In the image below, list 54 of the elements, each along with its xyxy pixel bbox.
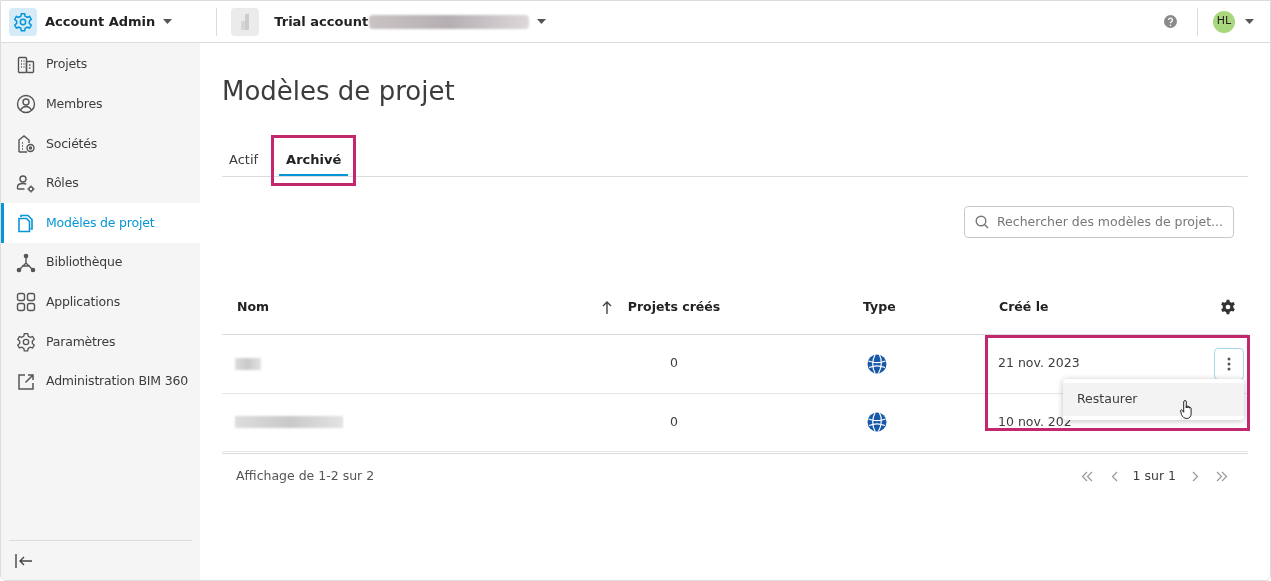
sidebar-item[interactable]: Membres bbox=[1, 84, 200, 125]
settings-icon bbox=[16, 331, 36, 352]
tab[interactable]: Actif bbox=[222, 146, 266, 176]
user-icon bbox=[16, 94, 36, 115]
page-indicator: 1 sur 1 bbox=[1132, 466, 1176, 485]
building-icon bbox=[240, 12, 251, 31]
last-page-icon[interactable] bbox=[1216, 470, 1228, 482]
nodes-icon bbox=[16, 252, 36, 273]
collapse-icon[interactable] bbox=[15, 553, 33, 568]
globe-icon bbox=[867, 353, 887, 374]
search-icon bbox=[975, 215, 989, 229]
column-header[interactable]: Type bbox=[863, 298, 896, 314]
sidebar-item[interactable]: Sociétés bbox=[1, 124, 200, 164]
apps-grid-icon bbox=[16, 292, 36, 313]
sidebar-item[interactable]: Rôles bbox=[1, 163, 200, 204]
results-summary: Affichage de 1-2 sur 2 bbox=[236, 466, 375, 485]
user-gear-icon bbox=[16, 173, 36, 194]
sidebar-item[interactable]: Administration BIM 360 bbox=[1, 361, 200, 402]
copy-icon bbox=[17, 213, 35, 234]
caret-icon bbox=[537, 19, 547, 24]
sidebar-item[interactable]: Applications bbox=[1, 282, 200, 323]
user-menu-button[interactable]: HL bbox=[1213, 10, 1254, 33]
settings-icon bbox=[13, 11, 33, 32]
tab[interactable]: Archivé bbox=[279, 146, 349, 176]
blurred-text bbox=[235, 357, 261, 370]
page-title: Modèles de projet bbox=[222, 75, 455, 108]
previous-page-icon[interactable] bbox=[1110, 470, 1118, 482]
column-header[interactable]: Créé le bbox=[999, 298, 1049, 314]
table-cell-text: 0 bbox=[670, 354, 678, 373]
first-page-icon[interactable] bbox=[1080, 470, 1093, 482]
column-header[interactable]: Projets créés bbox=[627, 297, 721, 317]
table-cell: 21 nov. 2023 bbox=[998, 355, 1080, 371]
next-page-icon[interactable] bbox=[1192, 470, 1199, 482]
avatar: HL bbox=[1213, 10, 1235, 33]
sort-arrow-icon[interactable] bbox=[602, 300, 612, 314]
column-header[interactable]: Nom bbox=[237, 297, 270, 317]
caret-icon bbox=[1245, 19, 1254, 24]
account-switcher[interactable]: Trial account bbox=[274, 11, 547, 32]
external-link-icon bbox=[17, 372, 35, 391]
help-icon[interactable] bbox=[1164, 15, 1177, 28]
building-icon bbox=[17, 55, 35, 74]
app-logo[interactable] bbox=[9, 7, 37, 36]
search-field[interactable]: Rechercher des modèles de projet... bbox=[964, 206, 1234, 238]
menu-item[interactable]: Restaurer bbox=[1063, 383, 1244, 416]
caret-icon bbox=[163, 19, 173, 24]
building-pin-icon bbox=[16, 134, 36, 154]
sidebar-item[interactable]: Bibliothèque bbox=[1, 242, 200, 283]
sidebar-item[interactable]: Projets bbox=[1, 45, 200, 85]
more-vertical-icon bbox=[1227, 356, 1231, 371]
sidebar-item[interactable]: Paramètres bbox=[1, 322, 200, 362]
app-menu-button[interactable]: Account Admin bbox=[45, 11, 173, 32]
globe-icon bbox=[867, 412, 887, 433]
settings-icon[interactable] bbox=[1220, 299, 1236, 315]
table-cell-text: 0 bbox=[670, 412, 678, 431]
